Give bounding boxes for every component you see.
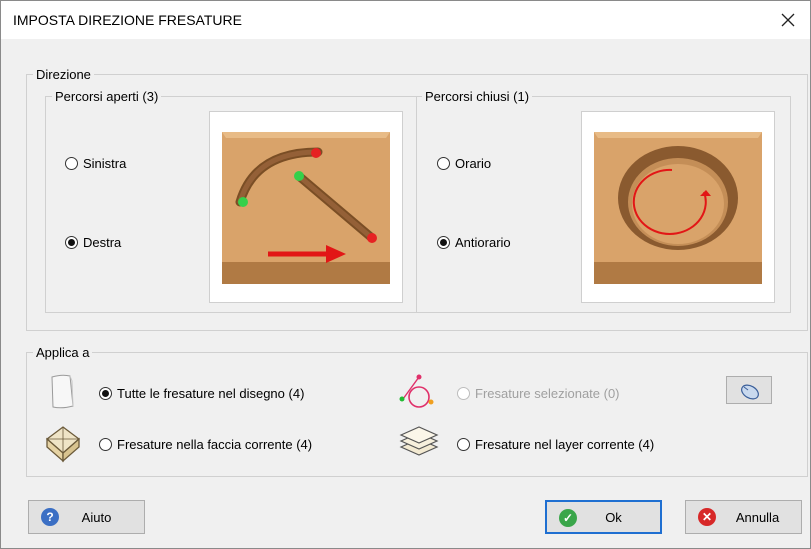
radio-antiorario-indicator bbox=[437, 236, 450, 249]
radio-face-milling-indicator bbox=[99, 438, 112, 451]
radio-selected-milling[interactable]: Fresature selezionate (0) bbox=[457, 386, 620, 401]
radio-antiorario[interactable]: Antiorario bbox=[437, 235, 511, 250]
ok-button-label: Ok bbox=[605, 509, 622, 525]
ok-button[interactable]: ✓ Ok bbox=[545, 500, 662, 534]
closed-paths-label: Percorsi chiusi (1) bbox=[425, 89, 530, 104]
radio-layer-milling-indicator bbox=[457, 438, 470, 451]
radio-sinistra[interactable]: Sinistra bbox=[65, 156, 126, 171]
radio-selected-milling-label: Fresature selezionate (0) bbox=[475, 386, 620, 401]
face-cube-icon bbox=[45, 426, 81, 463]
direction-group-label: Direzione bbox=[36, 67, 91, 82]
radio-destra-indicator bbox=[65, 236, 78, 249]
open-paths-illustration bbox=[222, 132, 390, 284]
help-button[interactable]: ? Aiuto bbox=[28, 500, 145, 534]
radio-all-milling-indicator bbox=[99, 387, 112, 400]
radio-orario[interactable]: Orario bbox=[437, 156, 491, 171]
pick-selection-button[interactable] bbox=[726, 376, 772, 404]
radio-orario-label: Orario bbox=[455, 156, 492, 171]
radio-selected-milling-indicator bbox=[457, 387, 470, 400]
radio-antiorario-label: Antiorario bbox=[455, 235, 511, 250]
radio-all-milling-label: Tutte le fresature nel disegno (4) bbox=[117, 386, 305, 401]
window-title: IMPOSTA DIREZIONE FRESATURE bbox=[13, 12, 242, 28]
mouse-icon bbox=[741, 384, 759, 400]
dialog: IMPOSTA DIREZIONE FRESATURE Direzione Pe… bbox=[0, 0, 811, 549]
radio-face-milling-label: Fresature nella faccia corrente (4) bbox=[117, 437, 313, 452]
title-bar: IMPOSTA DIREZIONE FRESATURE bbox=[1, 1, 810, 39]
radio-face-milling[interactable]: Fresature nella faccia corrente (4) bbox=[99, 437, 312, 452]
radio-sinistra-label: Sinistra bbox=[83, 156, 127, 171]
cancel-button[interactable]: ✕ Annulla bbox=[685, 500, 802, 534]
close-button[interactable] bbox=[766, 1, 810, 39]
radio-layer-milling[interactable]: Fresature nel layer corrente (4) bbox=[457, 437, 654, 452]
close-icon bbox=[781, 13, 795, 27]
radio-destra[interactable]: Destra bbox=[65, 235, 121, 250]
open-paths-preview bbox=[209, 111, 403, 303]
sheet-icon bbox=[51, 374, 74, 409]
radio-layer-milling-label: Fresature nel layer corrente (4) bbox=[475, 437, 655, 452]
closed-paths-illustration bbox=[594, 132, 762, 284]
radio-all-milling[interactable]: Tutte le fresature nel disegno (4) bbox=[99, 386, 304, 401]
selected-path-icon bbox=[399, 374, 434, 408]
apply-group-label: Applica a bbox=[36, 345, 90, 360]
radio-sinistra-indicator bbox=[65, 157, 78, 170]
layers-icon bbox=[399, 426, 439, 456]
help-button-label: Aiuto bbox=[81, 509, 112, 525]
radio-orario-indicator bbox=[437, 157, 450, 170]
radio-destra-label: Destra bbox=[83, 235, 122, 250]
closed-paths-preview bbox=[581, 111, 775, 303]
open-paths-label: Percorsi aperti (3) bbox=[55, 89, 159, 104]
cancel-button-label: Annulla bbox=[735, 509, 780, 525]
